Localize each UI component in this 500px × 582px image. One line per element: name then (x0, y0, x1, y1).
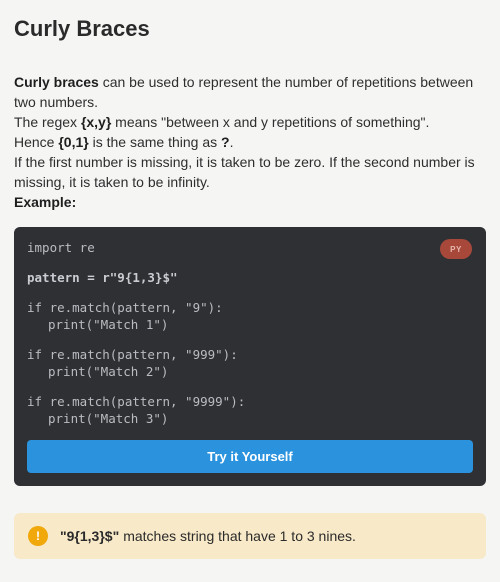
example-label: Example: (14, 192, 490, 212)
note-description: matches string that have 1 to 3 nines. (123, 528, 356, 544)
syntax-text-pre: The regex (14, 114, 81, 130)
code-line: import re (27, 240, 95, 255)
note-text: "9{1,3}$" matches string that have 1 to … (60, 513, 356, 559)
equivalence-text-post: . (229, 134, 234, 150)
syntax-term: {x,y} (80, 114, 112, 130)
example-label-text: Example: (14, 194, 77, 210)
paragraph-syntax: The regex {x,y} means "between x and y r… (14, 112, 490, 132)
code-line: pattern = r"9{1,3}$" (27, 270, 178, 285)
code-block[interactable]: import re pattern = r"9{1,3}$" if re.mat… (27, 239, 245, 427)
lesson-description: Curly braces can be used to represent th… (14, 72, 490, 212)
try-it-yourself-button[interactable]: Try it Yourself (27, 440, 473, 473)
code-example-card: import re pattern = r"9{1,3}$" if re.mat… (14, 227, 486, 486)
paragraph-definition: Curly braces can be used to represent th… (14, 72, 490, 112)
paragraph-equivalence: Hence {0,1} is the same thing as ?. (14, 132, 490, 152)
term-curly-braces: Curly braces (14, 74, 99, 90)
paragraph-defaults: If the first number is missing, it is ta… (14, 154, 475, 190)
code-line: if re.match(pattern, "9"): (27, 300, 223, 315)
code-line: if re.match(pattern, "9999"): (27, 394, 246, 409)
info-note: ! "9{1,3}$" matches string that have 1 t… (14, 513, 486, 559)
equivalence-term-range: {0,1} (58, 134, 89, 150)
syntax-text-post: means "between x and y repetitions of so… (111, 114, 430, 130)
code-line: print("Match 3") (48, 411, 169, 426)
equivalence-term-optional: ? (221, 134, 230, 150)
page-title: Curly Braces (14, 16, 150, 41)
lesson-page: Curly Braces Curly braces can be used to… (0, 0, 500, 582)
exclamation-icon: ! (28, 526, 48, 546)
code-line: print("Match 1") (48, 317, 169, 332)
equivalence-text-mid: is the same thing as (88, 134, 222, 150)
note-regex: "9{1,3}$" (60, 528, 120, 544)
language-badge: PY (440, 239, 472, 259)
code-line: print("Match 2") (48, 364, 169, 379)
code-line: if re.match(pattern, "999"): (27, 347, 238, 362)
equivalence-text-pre: Hence (14, 134, 59, 150)
